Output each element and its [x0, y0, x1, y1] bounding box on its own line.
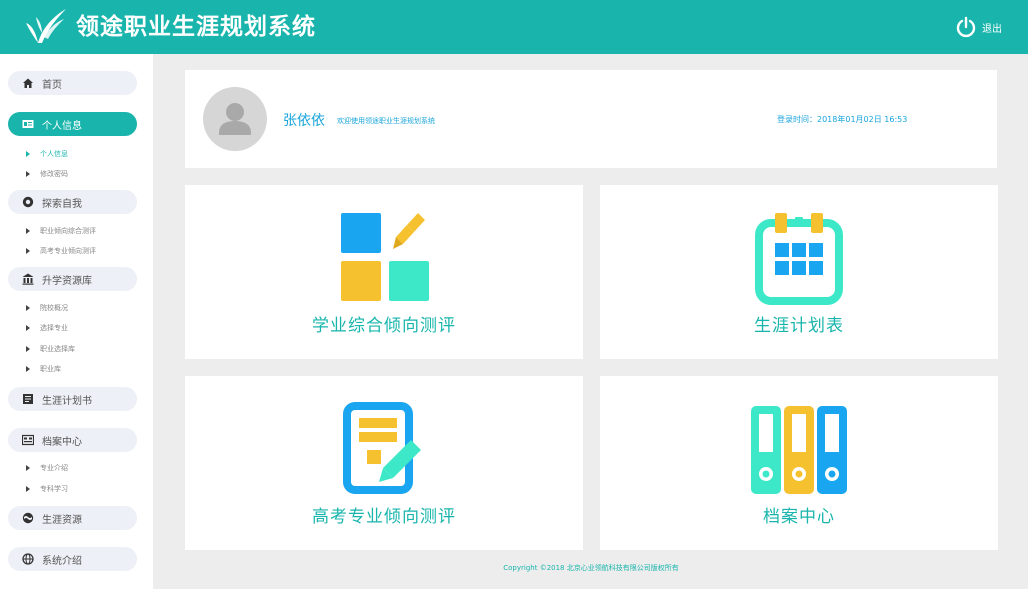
sidebar-subitem-college-overview[interactable]: 院校概况: [26, 301, 68, 315]
archive-icon: [22, 434, 34, 446]
sidebar-item-personal-info[interactable]: 个人信息: [8, 112, 137, 136]
power-icon: [956, 16, 976, 38]
sidebar-subitem-career-choice[interactable]: 职业选择库: [26, 342, 75, 356]
sidebar-subitem-change-password[interactable]: 修改密码: [26, 167, 68, 181]
sidebar-subitem-career-library[interactable]: 职业库: [26, 362, 61, 376]
caret-right-icon: [26, 346, 30, 352]
profile-panel: 张依依 欢迎使用领途职业生涯规划系统 登录时间：2018年01月02日 16:5…: [185, 70, 997, 168]
sidebar-subitem-career-assessment[interactable]: 职业倾向综合测评: [26, 224, 96, 238]
sidebar-subitem-label: 修改密码: [40, 170, 68, 178]
sidebar-subitem-label: 选择专业: [40, 324, 68, 332]
assessment-blocks-icon: [341, 213, 429, 301]
sidebar-item-archive-center[interactable]: 档案中心: [8, 428, 137, 452]
card-title: 生涯计划表: [754, 316, 844, 336]
caret-right-icon: [26, 248, 30, 254]
caret-right-icon: [26, 465, 30, 471]
sidebar-subitem-major-intro[interactable]: 专业介绍: [26, 461, 68, 475]
sidebar-item-label: 个人信息: [42, 120, 82, 132]
home-icon: [22, 77, 34, 89]
user-icon: [219, 103, 251, 135]
calendar-icon: [755, 213, 843, 305]
sidebar-item-label: 探索自我: [42, 198, 82, 210]
sidebar-subitem-label: 职业库: [40, 365, 61, 373]
sidebar-subitem-label: 专科学习: [40, 485, 68, 493]
sidebar-item-label: 档案中心: [42, 436, 82, 448]
caret-right-icon: [26, 228, 30, 234]
binders-icon: [751, 406, 847, 494]
sidebar-subitem-junior-college[interactable]: 专科学习: [26, 482, 68, 496]
info-globe-icon: [22, 553, 34, 565]
globe-icon: [22, 512, 34, 524]
sidebar-item-career-plan[interactable]: 生涯计划书: [8, 387, 137, 411]
sidebar-item-label: 首页: [42, 79, 62, 91]
sidebar-item-resource-library[interactable]: 升学资源库: [8, 267, 137, 291]
sidebar: 首页 个人信息 个人信息 修改密码 探索自我 职业倾向综合测评 高考专业倾向测评…: [0, 54, 153, 589]
sidebar-subitem-personal-info[interactable]: 个人信息: [26, 147, 68, 161]
user-name: 张依依: [283, 113, 325, 129]
logo-icon: [26, 9, 66, 43]
card-archive-center[interactable]: 档案中心: [600, 376, 998, 550]
sidebar-item-explore-self[interactable]: 探索自我: [8, 190, 137, 214]
sidebar-subitem-label: 高考专业倾向测评: [40, 247, 96, 255]
card-gaokao-major-assessment[interactable]: 高考专业倾向测评: [185, 376, 583, 550]
card-career-plan-table[interactable]: 生涯计划表: [600, 185, 998, 359]
caret-right-icon: [26, 325, 30, 331]
sidebar-subitem-label: 职业选择库: [40, 345, 75, 353]
card-academic-assessment[interactable]: 学业综合倾向测评: [185, 185, 583, 359]
login-time: 登录时间：2018年01月02日 16:53: [777, 115, 908, 124]
id-card-icon: [22, 118, 34, 130]
logout-label: 退出: [982, 23, 1002, 35]
building-icon: [22, 273, 34, 285]
logout-button[interactable]: 退出: [955, 16, 1002, 38]
welcome-text: 欢迎使用领途职业生涯规划系统: [337, 117, 435, 125]
sidebar-item-label: 升学资源库: [42, 275, 92, 287]
caret-right-icon: [26, 305, 30, 311]
app-title: 领途职业生涯规划系统: [76, 14, 316, 40]
app-header: 领途职业生涯规划系统 退出: [0, 0, 1028, 54]
sidebar-item-label: 生涯资源: [42, 514, 82, 526]
sidebar-subitem-choose-major[interactable]: 选择专业: [26, 321, 68, 335]
sidebar-subitem-label: 个人信息: [40, 150, 68, 158]
card-title: 高考专业倾向测评: [312, 507, 456, 527]
sidebar-item-label: 系统介绍: [42, 555, 82, 567]
card-title: 档案中心: [763, 507, 835, 527]
sidebar-item-career-resources[interactable]: 生涯资源: [8, 506, 137, 530]
caret-right-icon: [26, 486, 30, 492]
compass-icon: [22, 196, 34, 208]
footer-copyright: Copyright ©2018 北京心业领航科技有限公司版权所有: [503, 564, 679, 572]
avatar[interactable]: [203, 87, 267, 151]
sidebar-item-home[interactable]: 首页: [8, 71, 137, 95]
sidebar-item-system-intro[interactable]: 系统介绍: [8, 547, 137, 571]
sidebar-subitem-label: 职业倾向综合测评: [40, 227, 96, 235]
exam-pencil-icon: [343, 402, 421, 494]
caret-right-icon: [26, 171, 30, 177]
caret-right-icon: [26, 366, 30, 372]
caret-right-icon: [26, 151, 30, 157]
book-icon: [22, 393, 34, 405]
sidebar-item-label: 生涯计划书: [42, 395, 92, 407]
sidebar-subitem-label: 院校概况: [40, 304, 68, 312]
sidebar-subitem-label: 专业介绍: [40, 464, 68, 472]
sidebar-subitem-major-assessment[interactable]: 高考专业倾向测评: [26, 244, 96, 258]
card-title: 学业综合倾向测评: [312, 316, 456, 336]
